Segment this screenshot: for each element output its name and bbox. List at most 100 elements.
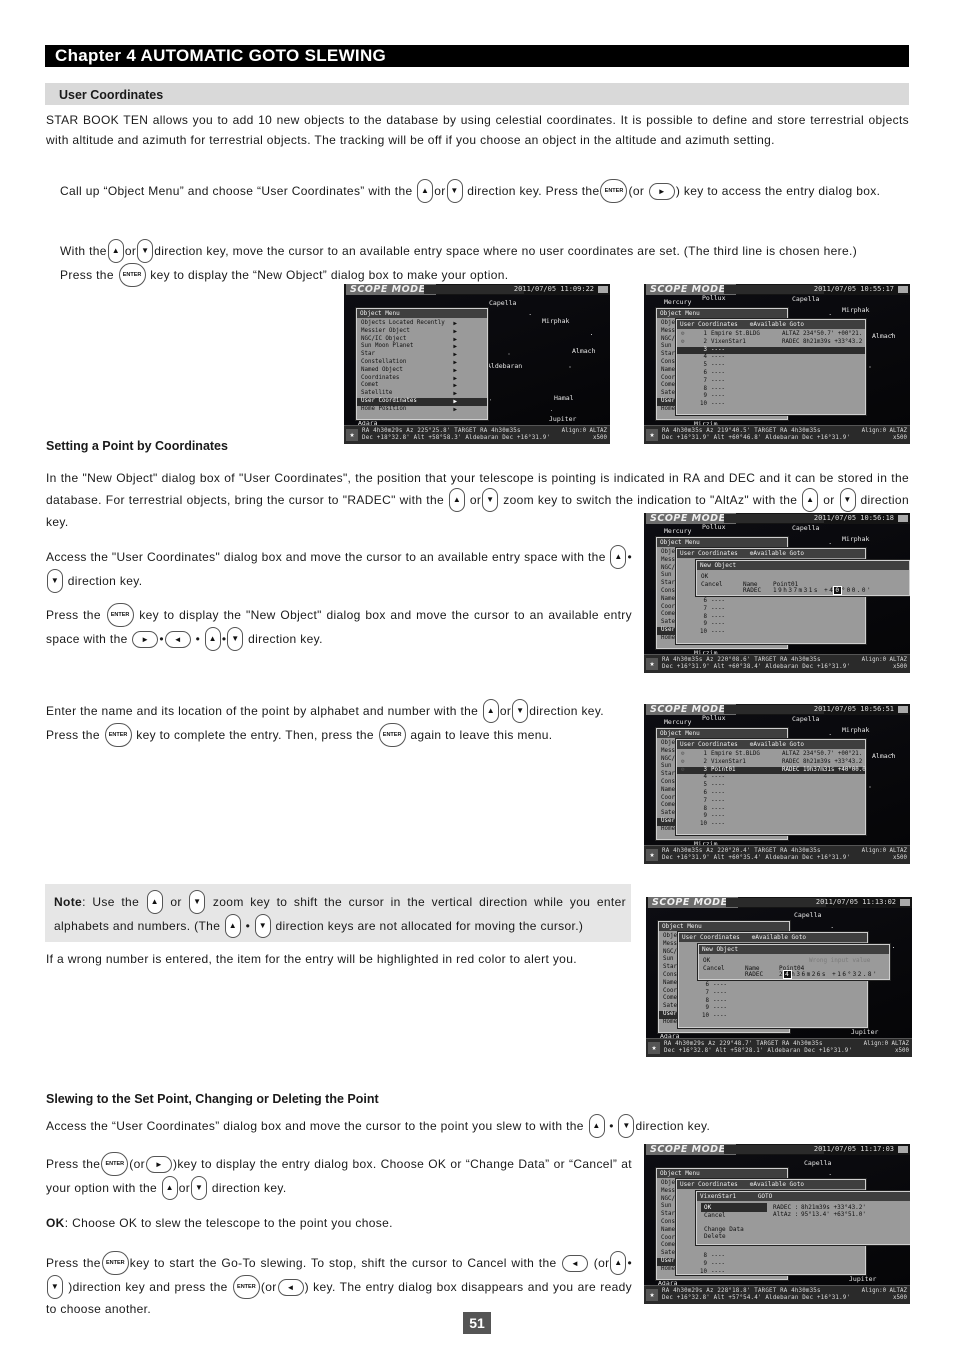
menu-item[interactable]: Satellite ▶	[357, 390, 487, 398]
gear-icon: ⚙	[681, 331, 685, 337]
menu-item-label: Sun Moon Planet	[361, 343, 414, 350]
list-item[interactable]: ⚙ 2 VixenStar1 RADEC 8h21m39s +33°43.2	[677, 339, 865, 347]
list-item[interactable]: 7 ----	[677, 378, 865, 386]
list-item[interactable]: ⚙ 1 Empire St.BLDG ALTAZ 234°50.7' +00°21.	[677, 751, 865, 759]
menu-item[interactable]: Star ▶	[357, 351, 487, 359]
cancel-option[interactable]: Cancel	[703, 964, 725, 973]
enter-key-icon: ENTER	[106, 603, 134, 627]
radec-field[interactable]: 24h36m26s +16°32.8'	[779, 970, 878, 979]
entry-number: 8	[705, 997, 710, 1004]
list-item[interactable]: 6 ----	[677, 790, 865, 798]
goto-cancel-option[interactable]: Cancel	[704, 1211, 726, 1220]
clock: 2011/07/05 11:09:22	[513, 285, 594, 293]
submenu-arrow-icon: ▶	[453, 351, 457, 359]
entry-name: ----	[713, 1005, 727, 1012]
list-item[interactable]: 5 ----	[677, 362, 865, 370]
list-item[interactable]: 6 ----	[677, 370, 865, 378]
entry-name: ----	[711, 362, 725, 369]
submenu-arrow-icon: ▶	[453, 320, 457, 327]
list-item[interactable]: 7 ----	[677, 606, 865, 614]
entry-number: 2	[703, 338, 708, 345]
entry-name: ----	[711, 813, 725, 820]
user-coordinates-list: ⚙ 1 Empire St.BLDG ALTAZ 234°50.7' +00°21. ⚙…	[677, 749, 866, 829]
list-item[interactable]: 4 ----	[677, 774, 865, 782]
list-item[interactable]: 7 ----	[677, 798, 865, 806]
delete-option[interactable]: Delete	[704, 1232, 726, 1241]
list-item[interactable]: 5 ----	[677, 782, 865, 790]
menu-item[interactable]: Sun Moon Planet ▶	[357, 343, 487, 351]
list-item[interactable]: 10 ----	[679, 1013, 867, 1021]
list-item[interactable]: 4 ----	[677, 354, 865, 362]
entry-number: 7	[703, 797, 708, 804]
list-item[interactable]: ⚙ 1 Empire St.BLDG ALTAZ 234°50.7' +00°21.	[677, 331, 865, 339]
screenshot-user-coordinates: SCOPE MODE 2011/07/05 10:55:17 Mercury P…	[644, 284, 910, 444]
list-item[interactable]: 10 ----	[677, 629, 865, 637]
slewing-paragraph-2: Press the ENTER (or ►)key to display the en…	[46, 1152, 632, 1201]
ok-description: OK: Choose OK to slew the telescope to t…	[46, 1216, 393, 1230]
down-key-icon: ▼	[191, 1176, 208, 1200]
radec-field[interactable]: 19h37m31s +40°00.0'	[773, 586, 872, 595]
star-icon: ★	[648, 1042, 660, 1054]
entry-coord: RADEC 8h21m39s +33°43.2	[782, 338, 863, 345]
status-bar: ★ RA 4h30m29s Az 225°25.8' TARGET RA 4h3…	[344, 425, 610, 444]
up-key-icon: ▲	[204, 627, 221, 651]
entry-number: 4	[703, 774, 708, 781]
list-item[interactable]: 9 ----	[677, 1261, 865, 1269]
list-item[interactable]: 8 ----	[677, 386, 865, 394]
list-item[interactable]: ⚙ 2 VixenStar1 RADEC 8h21m39s +33°43.2	[677, 759, 865, 767]
list-item[interactable]: 7 ----	[679, 990, 867, 998]
section-title: User Coordinates	[45, 83, 909, 105]
menu-item[interactable]: Objects Located Recently ▶	[357, 320, 487, 328]
screenshot-goto-dialog: SCOPE MODE 2011/07/05 11:17:03 Capella J…	[644, 1144, 910, 1304]
up-key-icon: ▲	[482, 699, 499, 723]
list-item[interactable]: 10 ----	[677, 1269, 865, 1277]
entry-number: 8	[703, 613, 708, 620]
entry-number: 2	[703, 758, 708, 765]
star-icon: ★	[646, 1289, 658, 1301]
list-item[interactable]: 8 ----	[677, 806, 865, 814]
battery-icon	[898, 706, 908, 713]
list-item[interactable]: 9 ----	[677, 393, 865, 401]
battery-icon	[598, 286, 608, 293]
menu-item[interactable]: Home Position ▶	[357, 406, 487, 414]
down-key-icon: ▼	[254, 914, 271, 938]
entry-number: 6	[705, 982, 710, 988]
list-item[interactable]: 8 ----	[679, 998, 867, 1006]
submenu-arrow-icon: ▶	[453, 335, 457, 343]
menu-item[interactable]: Messier Object ▶	[357, 328, 487, 336]
list-item[interactable]: 3 ----	[677, 346, 865, 355]
list-item[interactable]: ⚙ 3 Point01 RADEC 19h37m31s +40°00.0	[677, 766, 866, 775]
menu-item-label: Home Position	[361, 405, 407, 412]
list-item[interactable]: 9 ----	[677, 813, 865, 821]
right-key-icon: ►	[132, 630, 159, 648]
list-item[interactable]: 10 ----	[677, 401, 865, 409]
scope-mode-label: SCOPE MODE	[346, 284, 436, 295]
note-text: Note: Use the ▲ or ▼ zoom key to shift t…	[54, 890, 626, 939]
menu-item[interactable]: Coordinates ▶	[357, 375, 487, 383]
goto-dialog: VixenStar1 GOTO OK Cancel Change Data De…	[696, 1191, 910, 1245]
menu-item[interactable]: Named Object ▶	[357, 367, 487, 375]
list-item[interactable]: 9 ----	[679, 1005, 867, 1013]
menu-item[interactable]: Comet ▶	[357, 382, 487, 390]
list-item[interactable]: 6 ----	[679, 982, 867, 990]
down-key-icon: ▼	[839, 487, 856, 512]
cancel-option[interactable]: Cancel	[701, 580, 723, 589]
list-item[interactable]: 9 ----	[677, 621, 865, 629]
down-key-icon: ▼	[47, 569, 63, 593]
entry-name: ----	[711, 346, 725, 353]
list-item[interactable]: 8 ----	[677, 614, 865, 622]
entry-name: ----	[711, 613, 725, 620]
list-item[interactable]: 6 ----	[677, 598, 865, 606]
entry-name: ----	[713, 982, 727, 988]
menu-item[interactable]: Constellation ▶	[357, 359, 487, 367]
menu-item[interactable]: User Coordinates ▶	[357, 397, 487, 406]
entry-coord: ALTAZ 234°50.7' +00°21.	[782, 331, 863, 337]
entry-number: 7	[703, 377, 708, 384]
list-item[interactable]: 8 ----	[677, 1253, 865, 1261]
clock: 2011/07/05 10:56:51	[813, 705, 894, 713]
menu-item[interactable]: NGC/IC Object ▶	[357, 336, 487, 344]
entry-name: ----	[711, 385, 725, 392]
entry-name: ----	[711, 369, 725, 376]
list-item[interactable]: 10 ----	[677, 821, 865, 829]
menu-item-label: Coordinates	[361, 374, 400, 381]
